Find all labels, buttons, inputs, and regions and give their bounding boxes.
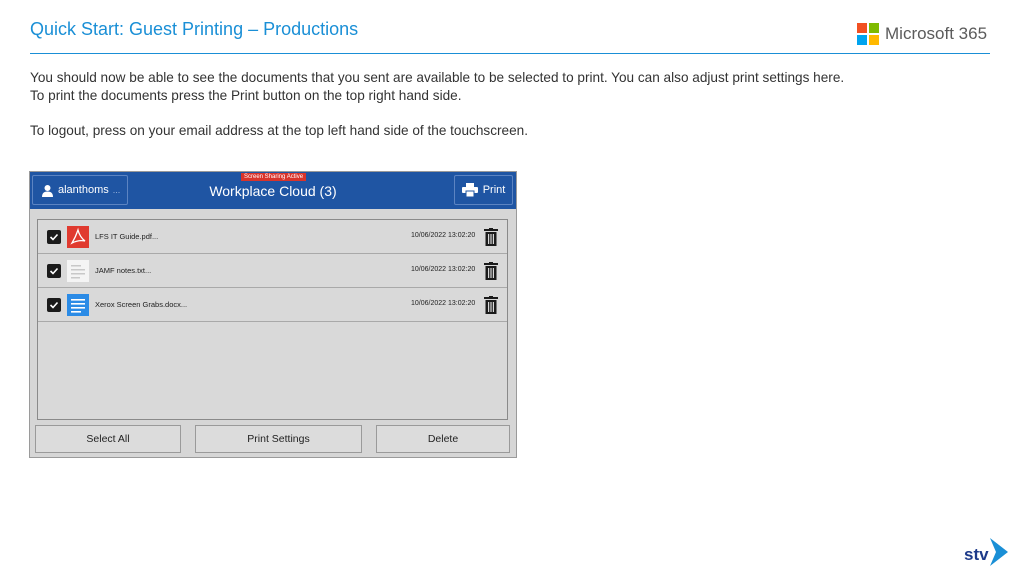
instruction-line-2: To print the documents press the Print b… <box>30 88 462 103</box>
app-title: Workplace Cloud (3) <box>209 183 337 199</box>
document-checkbox[interactable] <box>47 230 61 244</box>
stv-logo-icon: stv <box>964 538 1008 566</box>
word-doc-icon <box>67 294 89 316</box>
instruction-line-1: You should now be able to see the docume… <box>30 70 845 85</box>
microsoft-logo-icon <box>857 23 879 45</box>
print-label: Print <box>482 184 506 196</box>
document-checkbox[interactable] <box>47 298 61 312</box>
printer-screen-screenshot: alanthoms... Screen Sharing Active Workp… <box>29 171 517 458</box>
microsoft-365-logo: Microsoft 365 <box>857 23 987 45</box>
document-name: LFS IT Guide.pdf... <box>95 232 159 241</box>
print-button[interactable]: Print <box>454 175 513 205</box>
document-timestamp: 10/06/2022 13:02:20 <box>411 300 476 307</box>
document-list: LFS IT Guide.pdf... 10/06/2022 13:02:20 <box>37 219 508 420</box>
document-checkbox[interactable] <box>47 264 61 278</box>
document-name: Xerox Screen Grabs.docx... <box>95 300 188 309</box>
svg-text:stv: stv <box>964 545 989 564</box>
document-row[interactable]: JAMF notes.txt... 10/06/2022 13:02:20 <box>38 254 507 288</box>
print-settings-button[interactable]: Print Settings <box>195 425 362 453</box>
instructions: You should now be able to see the docume… <box>30 69 990 140</box>
checkmark-icon <box>49 267 59 275</box>
trash-icon[interactable] <box>484 228 498 246</box>
document-timestamp: 10/06/2022 13:02:20 <box>411 232 476 239</box>
brand-label: Microsoft 365 <box>885 24 988 43</box>
title-divider <box>30 53 990 54</box>
document-timestamp: 10/06/2022 13:02:20 <box>411 266 476 273</box>
app-header: alanthoms... Screen Sharing Active Workp… <box>30 172 516 209</box>
instruction-logout: To logout, press on your email address a… <box>30 123 528 138</box>
checkmark-icon <box>49 233 59 241</box>
document-row[interactable]: Xerox Screen Grabs.docx... 10/06/2022 13… <box>38 288 507 322</box>
text-file-icon <box>67 260 89 282</box>
trash-icon[interactable] <box>484 296 498 314</box>
trash-icon[interactable] <box>484 262 498 280</box>
checkmark-icon <box>49 301 59 309</box>
pdf-icon <box>67 226 89 248</box>
document-name: JAMF notes.txt... <box>95 266 152 275</box>
document-row[interactable]: LFS IT Guide.pdf... 10/06/2022 13:02:20 <box>38 220 507 254</box>
printer-icon <box>461 183 478 197</box>
slide-title: Quick Start: Guest Printing – Production… <box>30 19 359 39</box>
select-all-button[interactable]: Select All <box>35 425 181 453</box>
delete-button[interactable]: Delete <box>376 425 510 453</box>
screen-sharing-badge: Screen Sharing Active <box>241 173 307 181</box>
